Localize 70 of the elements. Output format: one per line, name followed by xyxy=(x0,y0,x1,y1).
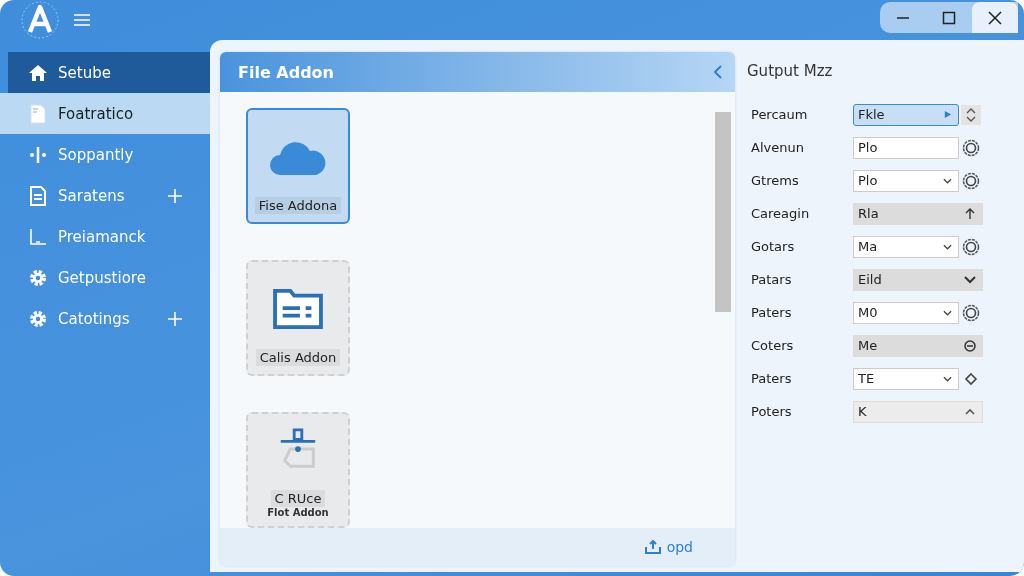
logo-icon xyxy=(20,0,60,40)
document-icon xyxy=(28,185,48,206)
play-icon xyxy=(943,110,952,119)
arrow-up-icon xyxy=(964,207,976,220)
property-field[interactable]: Eild xyxy=(853,268,983,291)
property-label: Gotars xyxy=(750,239,796,254)
close-button[interactable] xyxy=(972,2,1018,33)
chevron-icon xyxy=(943,243,952,250)
tile-label: C RUce xyxy=(270,490,326,507)
settings-icon[interactable] xyxy=(961,236,981,257)
chevron-icon xyxy=(964,273,976,286)
sidebar-label: Setube xyxy=(58,63,112,82)
property-label: Alvenun xyxy=(750,140,805,155)
collapse-icon[interactable] xyxy=(713,64,723,80)
maximize-icon xyxy=(942,10,956,25)
property-label: Careagin xyxy=(750,206,811,221)
minus-circle-icon xyxy=(964,339,976,352)
property-field[interactable]: Fkle xyxy=(853,103,959,126)
sidebar-item[interactable]: Setube xyxy=(8,52,210,93)
up-down-icon[interactable] xyxy=(961,104,981,125)
home-icon xyxy=(28,62,48,83)
addon-tile[interactable]: Calis Addon xyxy=(246,260,350,376)
property-field[interactable]: Plo xyxy=(853,136,959,159)
sidebar-label: Soppantly xyxy=(58,145,135,164)
property-field[interactable]: Me xyxy=(853,334,983,357)
menu-icon[interactable] xyxy=(74,14,90,26)
property-label: Paters xyxy=(750,371,793,386)
sidebar-label: Saratens xyxy=(58,186,126,205)
tile-label: Calis Addon xyxy=(255,349,341,366)
sidebar-label: Foatratico xyxy=(58,104,135,123)
settings-icon xyxy=(28,267,48,288)
sidebar-label: Catotings xyxy=(58,309,131,328)
settings-icon[interactable] xyxy=(961,137,981,158)
property-field[interactable]: Rla xyxy=(853,202,983,225)
sidebar-item[interactable]: Foatratico xyxy=(0,93,210,134)
settings-icon[interactable] xyxy=(961,170,981,191)
minimize-icon xyxy=(896,16,910,19)
property-field[interactable]: K xyxy=(853,400,983,423)
settings-icon[interactable] xyxy=(961,302,981,323)
plus-icon[interactable] xyxy=(168,311,182,326)
property-field[interactable]: Ma xyxy=(853,235,959,258)
plus-icon[interactable] xyxy=(168,188,182,203)
document-icon xyxy=(28,103,48,124)
property-field[interactable]: M0 xyxy=(853,301,959,324)
property-label: Percaum xyxy=(750,107,809,122)
settings-icon xyxy=(28,308,48,329)
chevron-icon xyxy=(943,177,952,184)
panel-title: File Addon xyxy=(238,62,335,82)
sidebar-label: Getpustiore xyxy=(58,268,147,287)
scrollbar[interactable] xyxy=(715,112,731,312)
tile-label: Fise Addona xyxy=(254,197,342,214)
upload-button[interactable]: opd xyxy=(638,538,699,556)
close-icon xyxy=(988,10,1002,25)
property-label: Poters xyxy=(750,404,793,419)
addon-tile[interactable]: Fise Addona xyxy=(246,108,350,224)
upload-icon xyxy=(644,540,661,554)
property-field[interactable]: Plo xyxy=(853,169,959,192)
chevron-icon xyxy=(943,375,952,382)
sidebar-label: Preiamanck xyxy=(58,227,147,246)
waveform-icon xyxy=(28,144,48,165)
tile-sublabel: Flot Addon xyxy=(267,507,329,518)
property-label: Gtrems xyxy=(750,173,800,188)
property-label: Paters xyxy=(750,305,793,320)
property-label: Coters xyxy=(750,338,795,353)
property-field[interactable]: TE xyxy=(853,367,959,390)
properties-title: Gutput Mzz xyxy=(747,62,834,80)
property-label: Patars xyxy=(750,272,793,287)
chevron-icon xyxy=(943,309,952,316)
addon-tile[interactable]: C RUce Flot Addon xyxy=(246,412,350,528)
chart-axes-icon xyxy=(28,226,48,247)
